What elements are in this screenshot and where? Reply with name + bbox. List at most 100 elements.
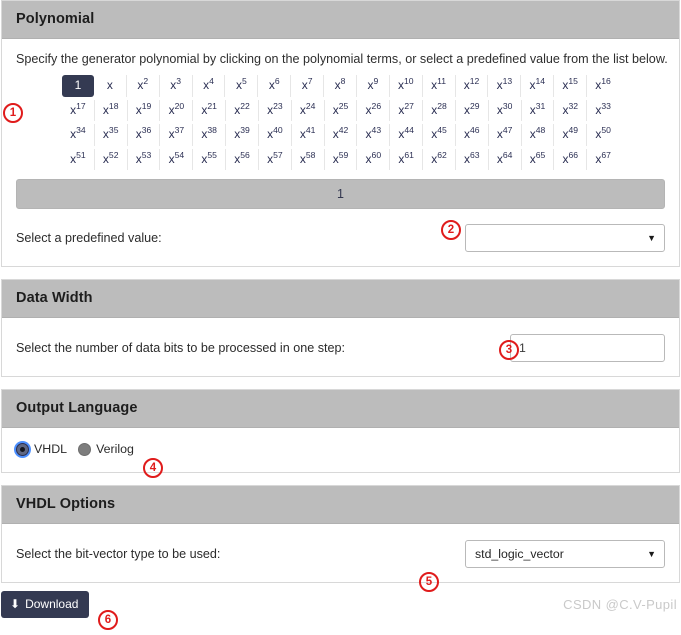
polynomial-term-x49[interactable]: x49 bbox=[554, 124, 588, 146]
annotation-marker-3: 3 bbox=[499, 340, 519, 360]
polynomial-term-x57[interactable]: x57 bbox=[258, 148, 292, 171]
polynomial-term-exponent: 20 bbox=[174, 100, 185, 111]
polynomial-term-x38[interactable]: x38 bbox=[193, 124, 227, 146]
polynomial-term-x12[interactable]: x12 bbox=[455, 75, 489, 97]
polynomial-term-x36[interactable]: x36 bbox=[127, 124, 161, 146]
polynomial-term-x43[interactable]: x43 bbox=[357, 124, 391, 146]
polynomial-term-x31[interactable]: x31 bbox=[521, 99, 555, 122]
polynomial-term-x17[interactable]: x17 bbox=[61, 99, 95, 122]
data-width-input[interactable] bbox=[510, 334, 665, 363]
polynomial-term-x64[interactable]: x64 bbox=[488, 148, 522, 171]
polynomial-term-x4[interactable]: x4 bbox=[192, 75, 226, 97]
polynomial-term-x50[interactable]: x50 bbox=[587, 124, 620, 146]
polynomial-term-x26[interactable]: x26 bbox=[357, 99, 391, 122]
radio-option-verilog[interactable]: Verilog bbox=[78, 442, 134, 456]
polynomial-term-x7[interactable]: x7 bbox=[291, 75, 325, 97]
polynomial-term-x41[interactable]: x41 bbox=[291, 124, 325, 146]
page-title-polynomial: Polynomial bbox=[16, 11, 95, 27]
polynomial-term-x19[interactable]: x19 bbox=[127, 99, 161, 122]
polynomial-term-x27[interactable]: x27 bbox=[390, 99, 424, 122]
polynomial-term-x5[interactable]: x5 bbox=[225, 75, 259, 97]
polynomial-term-x20[interactable]: x20 bbox=[160, 99, 194, 122]
polynomial-term-x28[interactable]: x28 bbox=[423, 99, 456, 122]
polynomial-term-x58[interactable]: x58 bbox=[291, 148, 325, 171]
polynomial-term-x11[interactable]: x11 bbox=[422, 75, 456, 97]
polynomial-term-exponent: 36 bbox=[141, 125, 152, 136]
polynomial-term-x42[interactable]: x42 bbox=[324, 124, 358, 146]
polynomial-term-exponent: 65 bbox=[535, 149, 546, 160]
polynomial-term-exponent: 27 bbox=[404, 100, 414, 111]
polynomial-term-x53[interactable]: x53 bbox=[127, 148, 161, 171]
polynomial-term-x56[interactable]: x56 bbox=[226, 148, 259, 171]
predefined-value-select[interactable]: ▼ bbox=[465, 224, 665, 253]
polynomial-term-x3[interactable]: x3 bbox=[159, 75, 193, 97]
panel-vhdl-options: VHDL Options Select the bit-vector type … bbox=[1, 485, 680, 584]
polynomial-term-x[interactable]: x bbox=[93, 75, 127, 97]
polynomial-term-x23[interactable]: x23 bbox=[258, 99, 292, 122]
polynomial-term-1[interactable]: 1 bbox=[62, 75, 94, 97]
polynomial-term-x15[interactable]: x15 bbox=[554, 75, 588, 97]
polynomial-term-exponent: 58 bbox=[305, 149, 316, 160]
download-button[interactable]: ⬇ Download bbox=[1, 591, 90, 619]
panel-gap-2 bbox=[0, 377, 681, 389]
polynomial-term-x62[interactable]: x62 bbox=[423, 148, 456, 171]
polynomial-term-x21[interactable]: x21 bbox=[193, 99, 227, 122]
polynomial-term-x24[interactable]: x24 bbox=[291, 99, 325, 122]
polynomial-term-exponent: 31 bbox=[535, 100, 546, 111]
polynomial-term-x16[interactable]: x16 bbox=[587, 75, 619, 97]
polynomial-term-exponent: 42 bbox=[338, 125, 349, 136]
polynomial-term-x30[interactable]: x30 bbox=[488, 99, 522, 122]
polynomial-term-x18[interactable]: x18 bbox=[94, 99, 128, 122]
polynomial-term-exponent: 37 bbox=[174, 125, 185, 136]
polynomial-term-x61[interactable]: x61 bbox=[390, 148, 424, 171]
polynomial-term-x66[interactable]: x66 bbox=[554, 148, 588, 171]
polynomial-term-x59[interactable]: x59 bbox=[324, 148, 358, 171]
data-width-label: Select the number of data bits to be pro… bbox=[16, 341, 346, 356]
polynomial-term-x2[interactable]: x2 bbox=[126, 75, 160, 97]
polynomial-term-x8[interactable]: x8 bbox=[324, 75, 357, 97]
polynomial-term-x34[interactable]: x34 bbox=[61, 124, 95, 146]
polynomial-term-x37[interactable]: x37 bbox=[160, 124, 194, 146]
polynomial-term-x46[interactable]: x46 bbox=[455, 124, 489, 146]
polynomial-term-x67[interactable]: x67 bbox=[587, 148, 620, 171]
radio-button-icon[interactable] bbox=[16, 442, 29, 456]
polynomial-term-x10[interactable]: x10 bbox=[389, 75, 423, 97]
polynomial-term-x32[interactable]: x32 bbox=[554, 99, 588, 122]
polynomial-term-x44[interactable]: x44 bbox=[390, 124, 424, 146]
polynomial-term-x54[interactable]: x54 bbox=[160, 148, 194, 171]
polynomial-term-x40[interactable]: x40 bbox=[258, 124, 292, 146]
polynomial-term-exponent: 30 bbox=[502, 100, 513, 111]
polynomial-term-x14[interactable]: x14 bbox=[521, 75, 555, 97]
polynomial-term-x25[interactable]: x25 bbox=[324, 99, 358, 122]
radio-option-vhdl[interactable]: VHDL bbox=[16, 442, 67, 456]
panel-data-width: Data Width Select the number of data bit… bbox=[1, 279, 680, 378]
polynomial-term-x35[interactable]: x35 bbox=[94, 124, 128, 146]
polynomial-term-exponent: 64 bbox=[502, 149, 513, 160]
polynomial-term-x39[interactable]: x39 bbox=[226, 124, 259, 146]
polynomial-term-x45[interactable]: x45 bbox=[423, 124, 456, 146]
polynomial-term-x22[interactable]: x22 bbox=[226, 99, 259, 122]
polynomial-term-x47[interactable]: x47 bbox=[488, 124, 522, 146]
polynomial-term-x9[interactable]: x9 bbox=[356, 75, 390, 97]
polynomial-term-x63[interactable]: x63 bbox=[455, 148, 489, 171]
polynomial-term-x6[interactable]: x6 bbox=[258, 75, 292, 97]
polynomial-term-exponent: 49 bbox=[568, 125, 579, 136]
polynomial-term-exponent: 56 bbox=[240, 149, 250, 160]
polynomial-term-x29[interactable]: x29 bbox=[455, 99, 489, 122]
predefined-value-label: Select a predefined value: bbox=[16, 231, 162, 246]
polynomial-term-x33[interactable]: x33 bbox=[587, 99, 620, 122]
bit-vector-type-row: Select the bit-vector type to be used: s… bbox=[16, 540, 665, 569]
annotation-marker-2: 2 bbox=[441, 220, 461, 240]
polynomial-term-x60[interactable]: x60 bbox=[357, 148, 391, 171]
radio-button-icon[interactable] bbox=[78, 442, 92, 456]
polynomial-term-exponent: 26 bbox=[371, 100, 382, 111]
bit-vector-type-select[interactable]: std_logic_vector ▼ bbox=[465, 540, 665, 569]
polynomial-term-x51[interactable]: x51 bbox=[61, 148, 95, 171]
polynomial-term-x52[interactable]: x52 bbox=[94, 148, 128, 171]
polynomial-term-x13[interactable]: x13 bbox=[488, 75, 522, 97]
polynomial-term-x48[interactable]: x48 bbox=[521, 124, 555, 146]
polynomial-term-x65[interactable]: x65 bbox=[521, 148, 555, 171]
polynomial-term-x55[interactable]: x55 bbox=[193, 148, 227, 171]
polynomial-description: Specify the generator polynomial by clic… bbox=[16, 52, 668, 66]
polynomial-term-exponent: 41 bbox=[305, 125, 316, 136]
